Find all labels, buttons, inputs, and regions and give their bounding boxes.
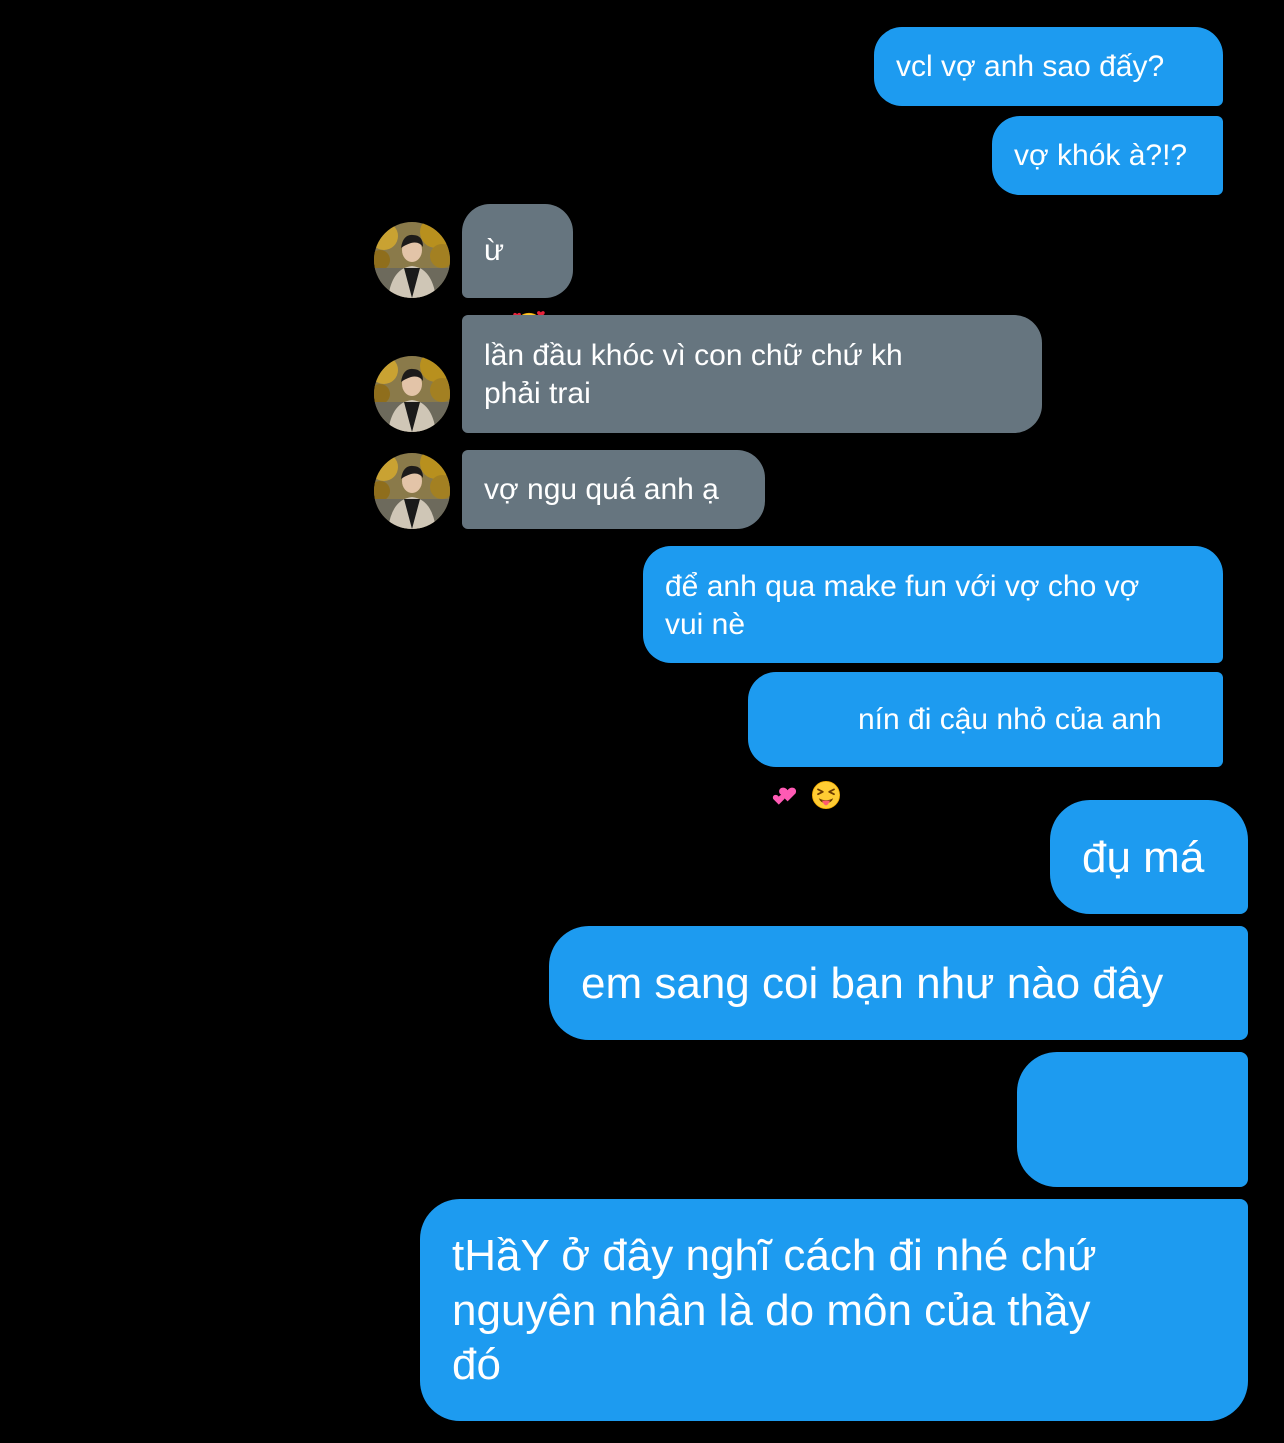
message-text: nín đi cậu nhỏ của anh — [858, 702, 1162, 736]
message-text: lần đầu khóc vì con chữ chứ kh phải trai — [484, 339, 903, 410]
message-text: em sang coi bạn như nào đây — [581, 958, 1164, 1008]
outgoing-message[interactable]: vcl vợ anh sao đấy? — [874, 27, 1223, 106]
outgoing-message[interactable]: đụ má — [1050, 800, 1248, 914]
message-text: vcl vợ anh sao đấy? — [896, 49, 1165, 83]
contact-avatar[interactable] — [374, 356, 450, 432]
smiling-face-with-hearts-icon — [1109, 1096, 1157, 1144]
outgoing-message[interactable] — [1017, 1052, 1248, 1187]
two-hearts-icon — [770, 704, 802, 736]
message-text: vợ khók à?!? — [1014, 138, 1188, 172]
message-text: tHầY ở đây nghĩ cách đi nhé chứ nguyên n… — [452, 1231, 1097, 1390]
smiling-face-with-hearts-icon — [1167, 1096, 1215, 1144]
face-with-tongue-icon — [810, 704, 842, 736]
message-text: để anh qua make fun với vợ cho vợ vui nè — [665, 570, 1140, 641]
smiling-face-with-hearts-icon — [512, 234, 546, 268]
message-text: đụ má — [1082, 832, 1205, 882]
message-text: vợ ngu quá anh ạ — [484, 472, 719, 506]
incoming-message[interactable]: vợ ngu quá anh ạ — [462, 450, 765, 529]
incoming-message[interactable]: ừ — [462, 204, 573, 298]
contact-avatar[interactable] — [374, 222, 450, 298]
incoming-message[interactable]: lần đầu khóc vì con chữ chứ kh phải trai — [462, 315, 1042, 433]
contact-avatar[interactable] — [374, 453, 450, 529]
outgoing-message[interactable]: nín đi cậu nhỏ của anh — [748, 672, 1223, 767]
outgoing-message[interactable]: em sang coi bạn như nào đây — [549, 926, 1248, 1040]
smiling-face-with-hearts-icon — [1051, 1096, 1099, 1144]
outgoing-message[interactable]: vợ khók à?!? — [992, 116, 1223, 195]
outgoing-message[interactable]: để anh qua make fun với vợ cho vợ vui nè — [643, 546, 1223, 663]
message-text: ừ — [484, 234, 505, 268]
chat-thread: vcl vợ anh sao đấy? vợ khók à?!? ừ lần đ… — [0, 0, 1284, 1443]
outgoing-message[interactable]: tHầY ở đây nghĩ cách đi nhé chứ nguyên n… — [420, 1199, 1248, 1421]
